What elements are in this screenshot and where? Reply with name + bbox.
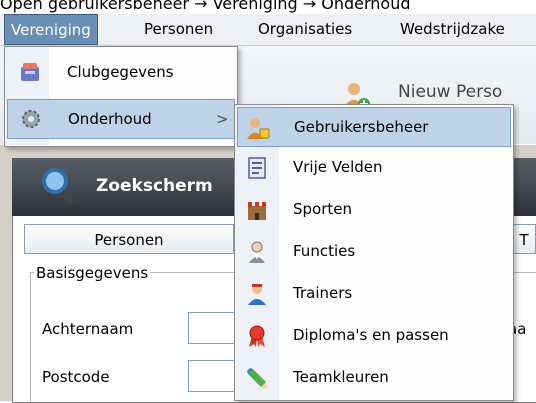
achternaam-label: Achternaam (42, 320, 134, 338)
menu-item-label: Trainers (293, 284, 353, 302)
menu-item-onderhoud[interactable]: Onderhoud > (7, 99, 235, 139)
submenu-arrow-icon: > (216, 110, 229, 128)
ribbon-icon (249, 325, 265, 347)
menu-item-label: Onderhoud (68, 110, 152, 128)
group-legend: Basisgegevens (34, 264, 151, 282)
menu-item-label: Diploma's en passen (293, 326, 449, 344)
menu-item-clubgegevens[interactable]: Clubgegevens (7, 53, 235, 93)
menu-item-label: Vrije Velden (293, 158, 383, 176)
menu-item-label: Gebruikersbeheer (294, 118, 429, 136)
magnifier-icon (42, 168, 74, 205)
tab-personen[interactable]: Personen (24, 224, 234, 254)
onderhoud-submenu: Gebruikersbeheer Vrije Velden Sporten Fu… (234, 104, 514, 401)
menu-item-label: Clubgegevens (67, 63, 174, 81)
menu-item-trainers[interactable]: Trainers (237, 274, 511, 314)
users-lock-icon (247, 118, 270, 139)
castle-icon (248, 202, 266, 220)
gear-icon (22, 110, 40, 128)
menu-organisaties[interactable]: Organisaties (252, 14, 358, 45)
trainer-icon (248, 284, 266, 305)
menu-item-label: Functies (293, 242, 356, 260)
panel-title: Zoekscherm (96, 176, 213, 196)
menu-item-label: Teamkleuren (293, 368, 389, 386)
menu-item-diplomas[interactable]: Diploma's en passen (237, 316, 511, 356)
menu-personen[interactable]: Personen (138, 14, 219, 45)
postcode-label: Postcode (42, 368, 110, 386)
menu-item-teamkleuren[interactable]: Teamkleuren (237, 358, 511, 398)
menu-wedstrijdzaken[interactable]: Wedstrijdzake (394, 14, 511, 45)
pencil-icon (247, 368, 267, 389)
person-suit-icon (249, 241, 265, 263)
menu-item-gebruikersbeheer[interactable]: Gebruikersbeheer (237, 107, 511, 147)
menu-vereniging[interactable]: Vereniging (4, 14, 98, 45)
tab-t[interactable]: T (512, 224, 536, 254)
vereniging-dropdown: Clubgegevens Onderhoud > (4, 46, 238, 147)
menu-item-label: Sporten (293, 200, 353, 218)
menu-item-vrije-velden[interactable]: Vrije Velden (237, 148, 511, 188)
form-icon (248, 157, 266, 179)
menu-item-sporten[interactable]: Sporten (237, 190, 511, 230)
menu-item-functies[interactable]: Functies (237, 232, 511, 272)
menu-bar: Vereniging Personen Organisaties Wedstri… (0, 14, 536, 46)
database-icon (21, 63, 39, 81)
